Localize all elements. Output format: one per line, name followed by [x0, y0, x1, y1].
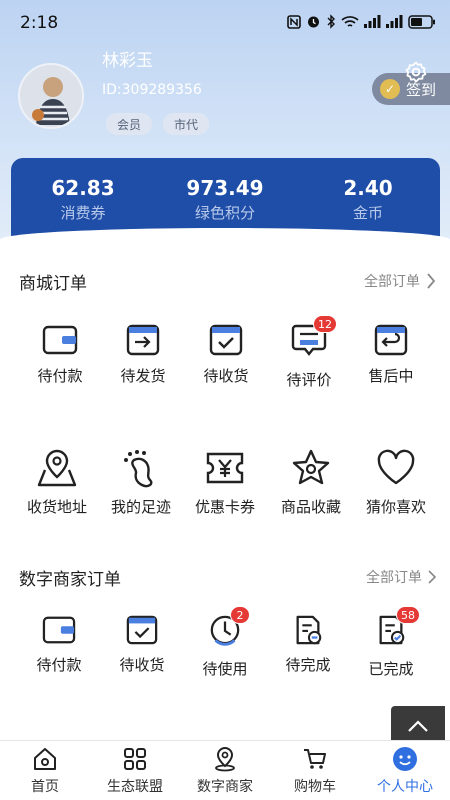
stat-gold-coin[interactable]: 2.40 金币 — [308, 176, 428, 223]
ship-box-icon — [126, 324, 160, 356]
tab-cart[interactable]: 购物车 — [270, 746, 360, 796]
status-bar: 2:18 — [0, 0, 450, 44]
service-label: 猜你喜欢 — [365, 498, 426, 516]
stat-value: 973.49 — [186, 176, 264, 200]
battery-icon — [408, 14, 435, 29]
mall-order-to-review[interactable]: 12 待评价 — [264, 315, 354, 390]
tab-merchants[interactable]: 数字商家 — [180, 746, 270, 796]
tab-label: 生态联盟 — [107, 779, 163, 795]
return-box-icon — [374, 324, 408, 356]
service-label: 优惠卡券 — [194, 498, 255, 516]
receive-box-icon — [126, 615, 158, 645]
service-favorites[interactable]: 商品收藏 — [266, 448, 356, 517]
chevron-up-icon — [408, 720, 428, 732]
avatar[interactable] — [18, 63, 84, 129]
mall-orders-title: 商城订单 — [19, 274, 87, 294]
merchant-order-to-use[interactable]: 2 待使用 — [180, 606, 270, 679]
to-use-count-badge: 2 — [230, 606, 250, 624]
mall-order-pending-payment[interactable]: 待付款 — [15, 323, 105, 386]
home-icon — [34, 748, 56, 770]
icon-wrap: 2 — [208, 606, 250, 650]
mall-orders-all-link[interactable]: 全部订单 — [364, 271, 436, 291]
order-label: 待评价 — [286, 371, 332, 389]
stat-value: 62.83 — [51, 176, 115, 200]
merchant-order-completed[interactable]: 58 已完成 — [346, 606, 436, 679]
review-count-badge: 12 — [313, 315, 337, 333]
nfc-icon — [287, 14, 301, 29]
coupon-icon — [206, 452, 244, 484]
merchant-orders-all-link[interactable]: 全部订单 — [366, 567, 436, 587]
stat-coupon[interactable]: 62.83 消费券 — [23, 176, 143, 223]
merchant-order-to-complete[interactable]: 待完成 — [263, 614, 353, 675]
location-icon — [215, 746, 235, 772]
order-label: 待付款 — [36, 656, 82, 674]
service-address[interactable]: 收货地址 — [12, 448, 102, 517]
completed-count-badge: 58 — [396, 606, 420, 624]
order-label: 待收货 — [203, 367, 249, 385]
service-label: 我的足迹 — [110, 498, 171, 516]
doc-pending-icon — [296, 615, 322, 645]
mall-order-after-sale[interactable]: 售后中 — [346, 323, 436, 386]
all-orders-label: 全部订单 — [364, 274, 420, 290]
order-label: 售后中 — [368, 367, 414, 385]
stat-label: 消费券 — [60, 204, 106, 222]
service-label: 收货地址 — [26, 498, 87, 516]
service-recommend[interactable]: 猜你喜欢 — [351, 448, 441, 517]
signal-icon — [364, 15, 381, 28]
stat-label: 绿色积分 — [194, 204, 255, 222]
grid-icon — [124, 748, 146, 770]
receive-box-icon — [209, 324, 243, 356]
signal-icon — [386, 15, 403, 28]
profile-icon — [393, 747, 417, 771]
agent-tag: 市代 — [163, 113, 209, 135]
order-label: 待使用 — [202, 660, 248, 678]
order-label: 待付款 — [37, 367, 83, 385]
user-id: ID:309289356 — [102, 82, 202, 98]
status-icons — [287, 14, 436, 29]
map-pin-icon — [37, 449, 77, 487]
heart-icon — [377, 449, 415, 485]
stat-value: 2.40 — [343, 176, 393, 200]
tab-label: 购物车 — [294, 779, 336, 795]
status-time: 2:18 — [20, 13, 59, 33]
service-label: 商品收藏 — [280, 498, 341, 516]
wifi-icon — [341, 15, 359, 27]
tab-home[interactable]: 首页 — [0, 746, 90, 796]
order-label: 待完成 — [285, 656, 331, 674]
all-orders-label: 全部订单 — [366, 570, 422, 586]
member-tag: 会员 — [106, 113, 152, 135]
chevron-right-icon — [428, 570, 436, 584]
star-icon — [292, 449, 330, 485]
icon-wrap: 12 — [291, 315, 337, 361]
wallet-icon — [42, 616, 76, 644]
mall-order-to-receive[interactable]: 待收货 — [181, 323, 271, 386]
check-coin-icon: ✓ — [380, 79, 400, 99]
order-label: 已完成 — [368, 660, 414, 678]
settings-gear-icon[interactable] — [404, 60, 428, 84]
service-coupons[interactable]: 优惠卡券 — [180, 448, 270, 517]
tab-alliance[interactable]: 生态联盟 — [90, 746, 180, 796]
footprint-icon — [124, 450, 153, 488]
order-label: 待发货 — [120, 367, 166, 385]
tab-label: 首页 — [31, 779, 59, 795]
chevron-right-icon — [427, 273, 436, 289]
merchant-order-pending-payment[interactable]: 待付款 — [14, 614, 104, 675]
service-footprint[interactable]: 我的足迹 — [96, 448, 186, 517]
bluetooth-icon — [327, 14, 335, 29]
merchant-order-to-receive[interactable]: 待收货 — [97, 614, 187, 675]
user-name: 林彩玉 — [102, 51, 153, 71]
stat-green-points[interactable]: 973.49 绿色积分 — [165, 176, 285, 223]
bottom-tab-bar: 首页 生态联盟 数字商家 购物车 个人中心 — [0, 740, 450, 800]
tab-label: 数字商家 — [197, 779, 253, 795]
order-label: 待收货 — [119, 656, 165, 674]
stat-label: 金币 — [352, 204, 383, 222]
cart-icon — [304, 749, 326, 769]
wallet-icon — [42, 325, 78, 355]
icon-wrap: 58 — [374, 606, 420, 650]
tab-label: 个人中心 — [377, 779, 433, 795]
alarm-icon — [308, 16, 319, 28]
mall-order-to-ship[interactable]: 待发货 — [98, 323, 188, 386]
merchant-orders-title: 数字商家订单 — [19, 570, 121, 590]
tab-profile[interactable]: 个人中心 — [360, 746, 450, 796]
